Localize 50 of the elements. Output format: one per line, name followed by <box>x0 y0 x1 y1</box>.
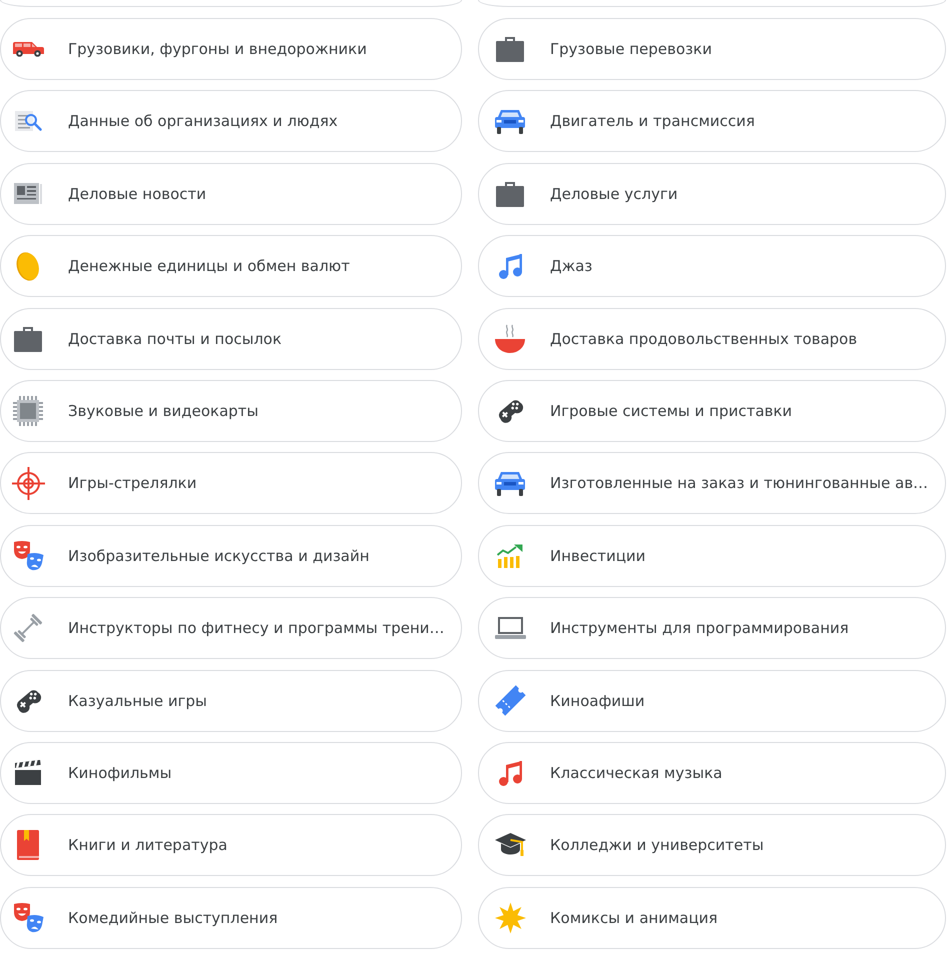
theater-masks-icon <box>12 540 44 572</box>
category-chip[interactable]: Инвестиции <box>478 524 946 587</box>
category-chip[interactable]: Кинофильмы <box>0 742 462 804</box>
music-note-icon <box>498 253 522 280</box>
category-chip[interactable]: Казуальные игры <box>0 670 462 732</box>
category-chip[interactable]: Изобразительные искусства и дизайн <box>0 524 462 587</box>
briefcase-icon <box>496 180 524 207</box>
coin-icon <box>15 250 41 282</box>
category-chip[interactable]: Колледжи и университеты <box>478 814 946 876</box>
graduation-cap-icon <box>494 832 526 858</box>
category-chip[interactable]: Изготовленные на заказ и тюнингованные ав… <box>478 452 946 514</box>
category-chip[interactable]: Данные об организациях и людях <box>0 90 462 152</box>
soup-bowl-icon <box>495 324 525 354</box>
briefcase-icon <box>14 326 42 352</box>
crosshair-icon <box>12 466 44 500</box>
laptop-icon <box>494 617 526 640</box>
ticket-icon <box>494 684 526 718</box>
car-icon <box>494 108 526 134</box>
category-chip[interactable]: Двигатель и трансмиссия <box>478 90 946 152</box>
music-note-icon <box>498 760 522 786</box>
category-chip[interactable]: Грузовики, фургоны и внедорожники <box>0 18 462 80</box>
category-chip[interactable]: Игровые системы и приставки <box>478 380 946 442</box>
briefcase-icon <box>496 36 524 62</box>
category-chip[interactable]: Комиксы и анимация <box>478 886 946 949</box>
car-icon <box>494 470 526 496</box>
category-chip[interactable]: Доставка продовольственных товаров <box>478 308 946 370</box>
chip-icon <box>13 396 43 426</box>
category-chip[interactable]: Звуковые и видеокарты <box>0 380 462 442</box>
clapperboard-icon <box>15 760 41 786</box>
category-chip[interactable]: Доставка почты и посылок <box>0 308 462 370</box>
document-search-icon <box>14 111 42 132</box>
category-chip[interactable]: Деловые новости <box>0 162 462 225</box>
theater-masks-icon <box>12 902 44 934</box>
newspaper-icon <box>14 183 42 204</box>
starburst-icon <box>494 902 526 934</box>
category-chip[interactable]: Классическая музыка <box>478 742 946 804</box>
category-chip[interactable]: Грузовые перевозки <box>478 18 946 80</box>
category-chip[interactable]: Инструкторы по фитнесу и программы трени… <box>0 597 462 660</box>
growth-chart-icon <box>497 544 523 568</box>
category-chip[interactable]: Джаз <box>478 235 946 298</box>
suv-icon <box>12 41 44 57</box>
category-chip[interactable]: Игры-стрелялки <box>0 452 462 514</box>
category-chip[interactable]: Деловые услуги <box>478 162 946 225</box>
category-chip[interactable]: Денежные единицы и обмен валют <box>0 235 462 298</box>
book-icon <box>17 830 39 860</box>
category-chip[interactable]: Книги и литература <box>0 814 462 876</box>
category-chip[interactable]: Киноафиши <box>478 670 946 732</box>
category-chip[interactable]: Комедийные выступления <box>0 886 462 949</box>
dumbbell-icon <box>13 613 43 644</box>
category-chip[interactable]: Инструменты для программирования <box>478 597 946 660</box>
